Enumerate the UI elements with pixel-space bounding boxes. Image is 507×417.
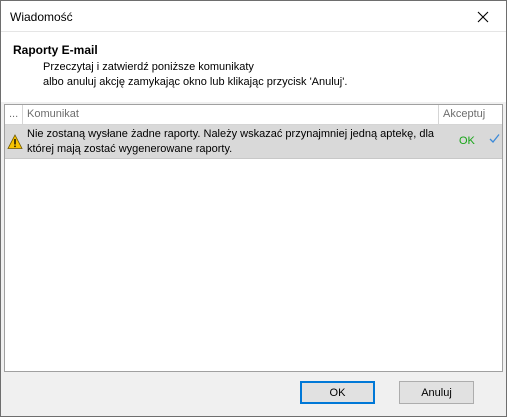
- table-row[interactable]: Nie zostaną wysłane żadne raporty. Należ…: [5, 125, 502, 159]
- warning-icon: [7, 134, 23, 149]
- title-bar: Wiadomość: [1, 1, 506, 32]
- ok-button[interactable]: OK: [300, 381, 375, 404]
- close-button[interactable]: [460, 1, 506, 32]
- header-title: Raporty E-mail: [13, 43, 98, 57]
- row-accept-status[interactable]: OK: [459, 135, 475, 147]
- cancel-button[interactable]: Anuluj: [399, 381, 474, 404]
- close-icon: [477, 11, 489, 22]
- header-instruction-line-2: albo anuluj akcję zamykając okno lub kli…: [43, 76, 348, 88]
- row-message: Nie zostaną wysłane żadne raporty. Należ…: [27, 128, 435, 155]
- column-header-message[interactable]: Komunikat: [23, 105, 439, 124]
- checkmark-icon[interactable]: [489, 133, 500, 144]
- column-header-indicator[interactable]: ...: [5, 105, 23, 124]
- column-header-accept[interactable]: Akceptuj: [439, 105, 502, 124]
- header-instruction-line-1: Przeczytaj i zatwierdź poniższe komunika…: [43, 61, 254, 73]
- dialog-header: Raporty E-mail Przeczytaj i zatwierdź po…: [1, 32, 506, 102]
- window-title: Wiadomość: [10, 10, 73, 24]
- message-dialog: Wiadomość Raporty E-mail Przeczytaj i za…: [0, 0, 507, 417]
- messages-grid[interactable]: ... Komunikat Akceptuj Nie zostaną wysła…: [4, 104, 503, 372]
- grid-header: ... Komunikat Akceptuj: [5, 105, 502, 125]
